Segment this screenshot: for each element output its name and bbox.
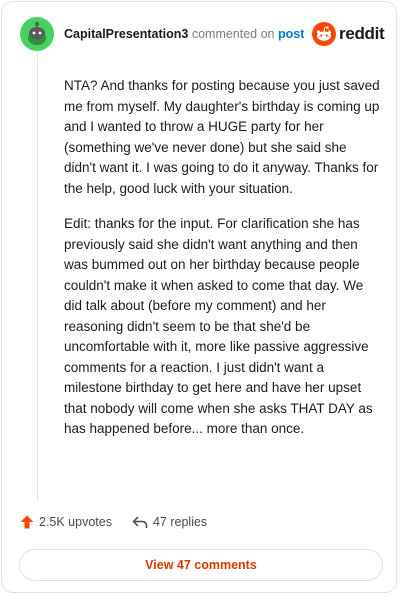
upvote-count: 2.5K upvotes xyxy=(39,515,112,529)
comment-body: NTA? And thanks for posting because you … xyxy=(64,76,382,455)
reddit-wordmark: reddit xyxy=(339,24,385,43)
reddit-logo-icon xyxy=(312,22,336,46)
comment-header: CapitalPresentation3 commented on post xyxy=(64,27,304,41)
post-link[interactable]: post xyxy=(278,27,304,41)
reddit-logo[interactable]: reddit xyxy=(312,22,385,46)
upvote-button[interactable]: 2.5K upvotes xyxy=(20,515,112,529)
reply-button[interactable]: 47 replies xyxy=(132,515,207,529)
comment-card: CapitalPresentation3 commented on post r… xyxy=(1,1,397,593)
avatar[interactable] xyxy=(20,17,54,51)
comment-paragraph-2: Edit: thanks for the input. For clarific… xyxy=(64,216,373,436)
comment-actions: 2.5K upvotes 47 replies xyxy=(20,515,227,529)
upvote-arrow-icon xyxy=(20,515,34,529)
username[interactable]: CapitalPresentation3 xyxy=(64,27,188,41)
comment-paragraph-1: NTA? And thanks for posting because you … xyxy=(64,78,380,196)
reply-count: 47 replies xyxy=(152,515,208,529)
thread-line[interactable] xyxy=(37,54,38,500)
commented-on-text: commented on xyxy=(191,27,275,41)
view-comments-button[interactable]: View 47 comments xyxy=(19,549,383,581)
reply-arrow-icon xyxy=(132,516,148,528)
